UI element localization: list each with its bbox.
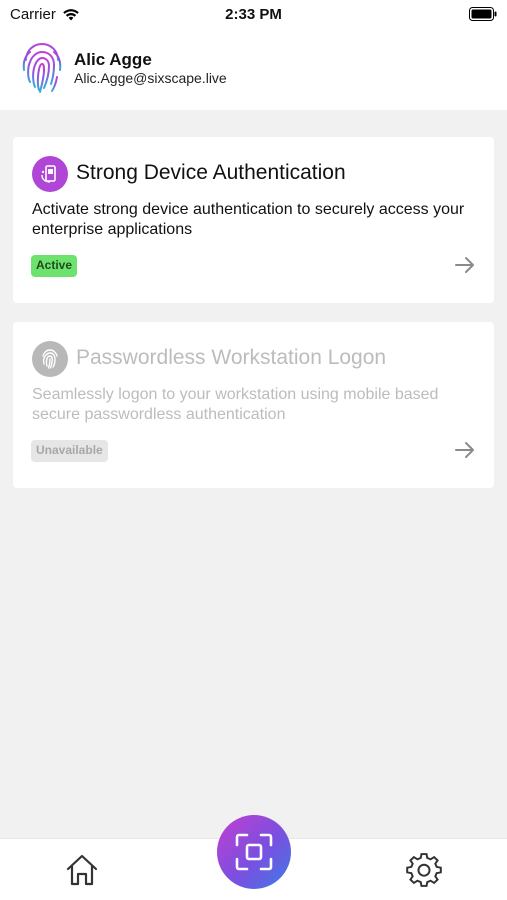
status-bar: Carrier 2:33 PM bbox=[0, 0, 507, 30]
card-title: Passwordless Workstation Logon bbox=[76, 346, 387, 369]
battery-icon bbox=[469, 7, 497, 21]
device-auth-icon bbox=[32, 156, 68, 192]
status-badge: Active bbox=[31, 255, 78, 277]
strong-device-authentication-card[interactable]: Strong Device Authentication Activate st… bbox=[13, 137, 494, 303]
fingerprint-logo-icon bbox=[22, 42, 62, 93]
card-title: Strong Device Authentication bbox=[76, 161, 346, 184]
gear-icon[interactable] bbox=[406, 853, 442, 889]
scan-button[interactable] bbox=[217, 815, 291, 889]
user-name: Alic Agge bbox=[74, 50, 152, 69]
arrow-right-icon[interactable] bbox=[454, 439, 476, 461]
status-time: 2:33 PM bbox=[225, 6, 282, 23]
card-description: Activate strong device authentication to… bbox=[32, 201, 465, 238]
passwordless-workstation-logon-card[interactable]: Passwordless Workstation Logon Seamlessl… bbox=[13, 322, 494, 488]
card-description: Seamlessly logon to your workstation usi… bbox=[32, 386, 439, 423]
user-header: Alic Agge Alic.Agge@sixscape.live bbox=[0, 30, 507, 110]
scan-icon bbox=[235, 833, 273, 871]
user-email: Alic.Agge@sixscape.live bbox=[74, 70, 227, 86]
fingerprint-icon bbox=[32, 341, 68, 377]
arrow-right-icon[interactable] bbox=[454, 254, 476, 276]
home-icon[interactable] bbox=[64, 853, 100, 887]
status-badge: Unavailable bbox=[31, 440, 108, 462]
